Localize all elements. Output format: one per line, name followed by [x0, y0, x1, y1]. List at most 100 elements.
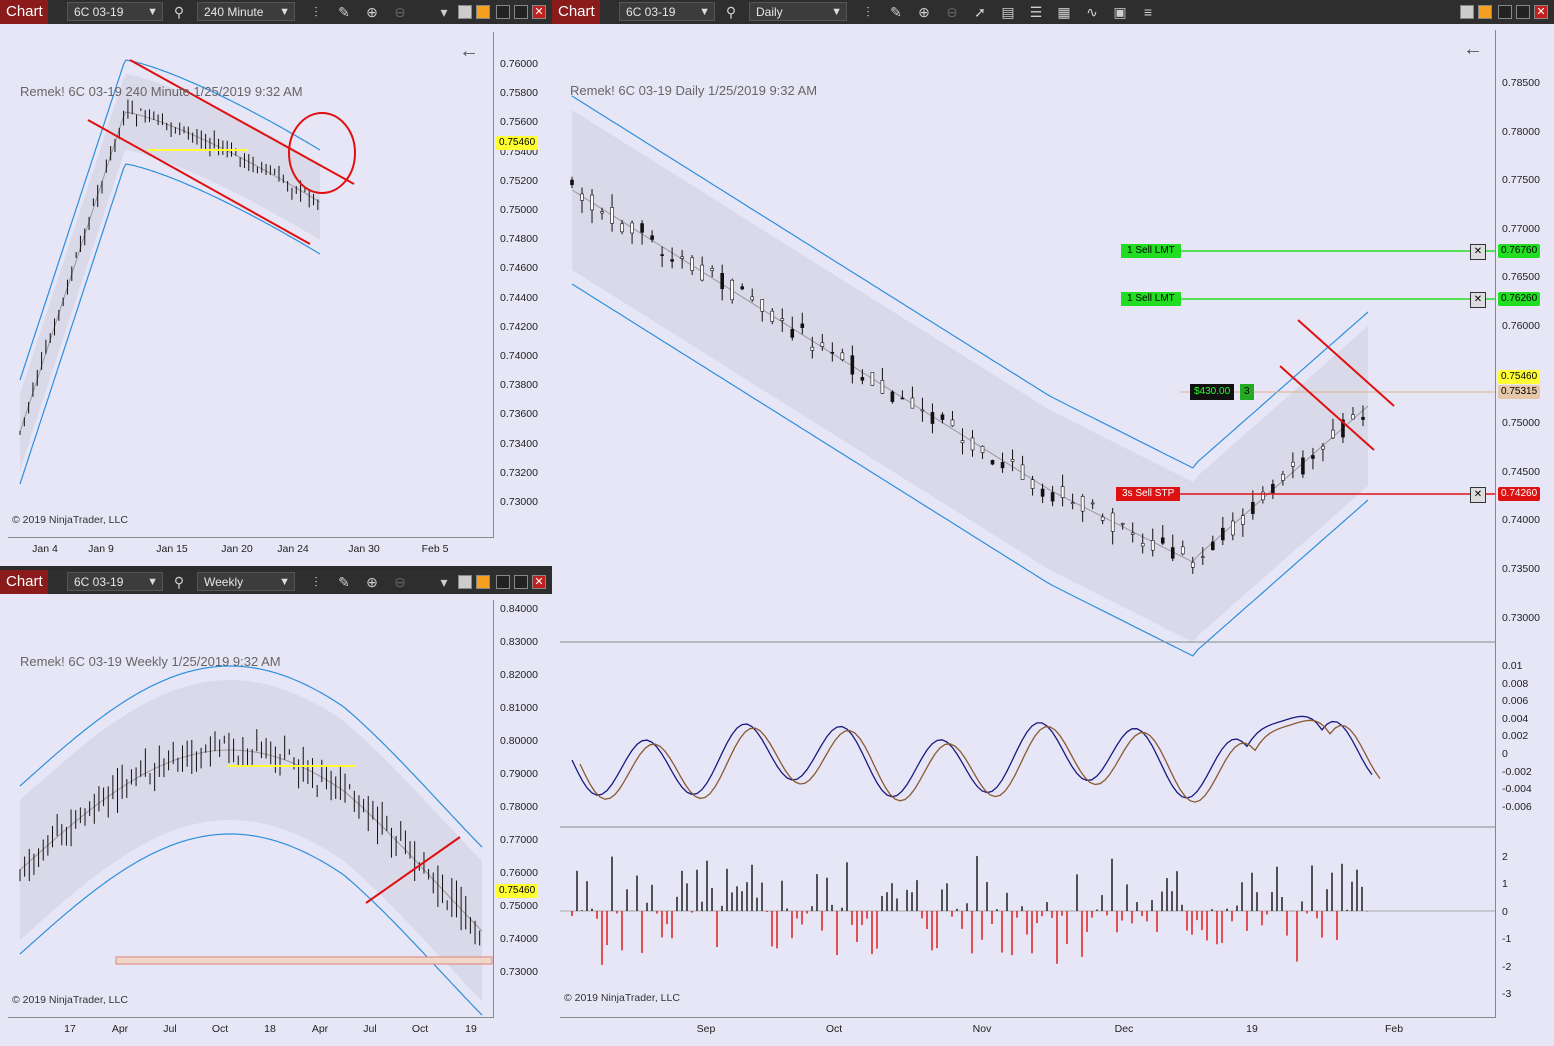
price-panel[interactable]: Remek! 6C 03-19 240 Minute 1/25/2019 9:3…: [8, 32, 544, 562]
cancel-order-1[interactable]: ✕: [1470, 244, 1486, 260]
order-price-tag-2: 0.76260: [1498, 292, 1541, 306]
zoom-out-icon[interactable]: ⊖: [391, 573, 409, 591]
price-tick: 0.84000: [500, 603, 538, 615]
drawing-tool-icon[interactable]: ✎: [887, 3, 905, 21]
candle-body: [1211, 541, 1215, 551]
time-axis[interactable]: 17 Apr Jul Oct 18 Apr Jul Oct 19: [8, 1017, 494, 1042]
copyright: © 2019 NinjaTrader, LLC: [12, 994, 128, 1006]
candle-body: [850, 355, 855, 375]
zoom-in-icon[interactable]: ⊕: [363, 573, 381, 591]
time-axis[interactable]: Sep Oct Nov Dec 19 Feb: [560, 1017, 1496, 1042]
orange-link-button[interactable]: [476, 575, 490, 589]
candle-body: [1180, 546, 1185, 555]
search-icon[interactable]: ⚲: [170, 573, 188, 591]
link-color-button[interactable]: [458, 5, 472, 19]
properties-icon[interactable]: ☰: [1027, 3, 1045, 21]
link-color-button[interactable]: [458, 575, 472, 589]
indicators-icon[interactable]: ∿: [1083, 3, 1101, 21]
pointer-icon[interactable]: ➚: [971, 3, 989, 21]
candle-body: [900, 397, 905, 400]
price-tick: 0.74400: [500, 291, 538, 304]
maximize-button[interactable]: [514, 5, 528, 19]
chevron-down-icon: ▼: [279, 576, 290, 588]
bar-type-icon[interactable]: ⫶: [307, 3, 325, 21]
link-color-button[interactable]: [1460, 5, 1474, 19]
orange-link-button[interactable]: [476, 5, 490, 19]
candle-body: [940, 414, 945, 420]
time-tick: Apr: [311, 1023, 329, 1035]
zoom-out-icon[interactable]: ⊖: [943, 3, 961, 21]
more-dropdown-icon[interactable]: ▾: [435, 3, 453, 21]
price-panel[interactable]: Remek! 6C 03-19 Daily 1/25/2019 9:32 AM …: [560, 30, 1550, 1042]
candle-body: [970, 437, 975, 451]
time-axis[interactable]: Jan 4 Jan 9 Jan 15 Jan 20 Jan 24 Jan 30 Feb 5: [8, 537, 494, 562]
search-icon[interactable]: ⚲: [170, 3, 188, 21]
close-button[interactable]: ✕: [532, 575, 546, 589]
sell-limit-order-2[interactable]: 1 Sell LMT: [1121, 292, 1181, 306]
instrument-selector[interactable]: 6C 03-19 ▼: [67, 2, 163, 21]
instrument-selector[interactable]: 6C 03-19 ▼: [67, 572, 163, 591]
close-button[interactable]: ✕: [1534, 5, 1548, 19]
chevron-down-icon: ▼: [831, 6, 842, 18]
price-tick: 0.76000: [500, 58, 538, 70]
time-tick: Jan 9: [88, 543, 114, 555]
price-tick: 0.76500: [1502, 271, 1540, 284]
histogram-tick: 0: [1502, 905, 1508, 918]
drawing-tool-icon[interactable]: ✎: [335, 3, 353, 21]
position-pnl[interactable]: $430.00: [1190, 384, 1235, 400]
price-plot: [8, 32, 488, 538]
time-tick: Oct: [825, 1023, 843, 1035]
candle-body: [870, 372, 875, 386]
position-quantity: 3: [1240, 384, 1254, 400]
list-icon[interactable]: ≡: [1139, 3, 1157, 21]
minimize-button[interactable]: [496, 575, 510, 589]
drawing-tool-icon[interactable]: ✎: [335, 573, 353, 591]
candle-body: [820, 342, 825, 347]
time-tick: Oct: [411, 1023, 429, 1035]
time-tick: Feb: [1384, 1023, 1404, 1035]
candle-body: [1291, 461, 1295, 467]
interval-selector[interactable]: Weekly ▼: [197, 572, 295, 591]
time-tick: Jan 24: [277, 543, 309, 555]
data-box-icon[interactable]: ▤: [999, 3, 1017, 21]
bar-type-icon[interactable]: ⫶: [859, 3, 877, 21]
maximize-button[interactable]: [514, 575, 528, 589]
search-icon[interactable]: ⚲: [722, 3, 740, 21]
bar-type-icon[interactable]: ⫶: [307, 573, 325, 591]
price-axis[interactable]: 0.76000 0.75800 0.75600 0.75400 0.75200 0.750…: [493, 32, 544, 538]
histogram-tick: 2: [1502, 851, 1508, 863]
orange-link-button[interactable]: [1478, 5, 1492, 19]
zoom-in-icon[interactable]: ⊕: [363, 3, 381, 21]
maximize-button[interactable]: [1516, 5, 1530, 19]
templates-icon[interactable]: ▣: [1111, 3, 1129, 21]
time-tick: Jul: [363, 1023, 377, 1035]
chart-title: Chart: [0, 570, 48, 594]
interval-selector[interactable]: 240 Minute ▼: [197, 2, 295, 21]
cancel-order-3[interactable]: ✕: [1470, 487, 1486, 503]
price-axis[interactable]: 0.84000 0.83000 0.82000 0.81000 0.80000 0.790…: [493, 600, 544, 1018]
back-arrow-icon[interactable]: ←: [459, 40, 479, 63]
candle-body: [730, 279, 735, 301]
price-axis[interactable]: 0.78500 0.78000 0.77500 0.77000 0.76500 0.760…: [1495, 30, 1550, 1018]
time-tick: Jan 4: [32, 543, 58, 555]
minimize-button[interactable]: [496, 5, 510, 19]
close-button[interactable]: ✕: [532, 5, 546, 19]
oscillator-tick: -0.004: [1502, 783, 1532, 796]
minimize-button[interactable]: [1498, 5, 1512, 19]
instrument-selector[interactable]: 6C 03-19 ▼: [619, 2, 715, 21]
candle-body: [1190, 562, 1195, 568]
price-panel[interactable]: Remek! 6C 03-19 Weekly 1/25/2019 9:32 AM…: [8, 600, 544, 1042]
price-tick: 0.76000: [500, 867, 538, 879]
candle-body: [1231, 520, 1235, 536]
back-arrow-icon[interactable]: ←: [1463, 38, 1483, 61]
sell-stop-order[interactable]: 3s Sell STP: [1116, 487, 1181, 501]
zoom-in-icon[interactable]: ⊕: [915, 3, 933, 21]
strategies-icon[interactable]: ▦: [1055, 3, 1073, 21]
interval-selector[interactable]: Daily ▼: [749, 2, 847, 21]
sell-limit-order-1[interactable]: 1 Sell LMT: [1121, 244, 1181, 258]
chart-window-weekly: Chart 6C 03-19 ▼ ⚲ Weekly ▼ ⫶ ✎ ⊕ ⊖ ▾ ✕ Re…: [0, 570, 552, 1046]
price-tick: 0.75200: [500, 174, 538, 187]
more-dropdown-icon[interactable]: ▾: [435, 573, 453, 591]
zoom-out-icon[interactable]: ⊖: [391, 3, 409, 21]
cancel-order-2[interactable]: ✕: [1470, 292, 1486, 308]
